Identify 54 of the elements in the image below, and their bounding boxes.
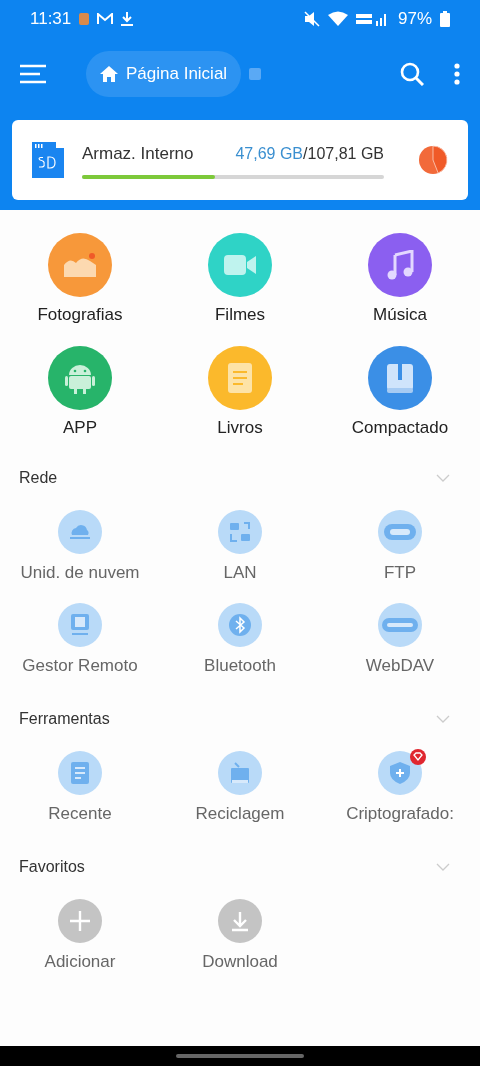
section-title: Ferramentas [19,709,110,729]
home-handle[interactable] [176,1054,304,1058]
category-tile[interactable]: Compactado [351,346,449,439]
shortcut-tile[interactable]: Criptografado: [346,751,454,825]
category-tile[interactable]: Filmes [208,233,272,326]
category-tile[interactable]: Música [368,233,432,326]
category-tile[interactable]: APP [48,346,112,439]
document-icon [70,761,90,785]
home-icon [100,66,118,82]
shortcut-tile[interactable]: Recente [48,751,112,825]
shortcut-tile[interactable]: Bluetooth [204,603,276,677]
bluetooth-icon [228,613,252,637]
shield-icon [389,761,411,785]
cloud-icon [69,524,91,540]
sd-card-icon [32,142,64,178]
category-tile[interactable]: Livros [208,346,272,439]
notification-icon [79,12,90,26]
download-icon [121,12,134,26]
monitor-icon [69,613,91,637]
webdav-tag-icon [381,617,419,633]
storage-name: Armaz. Interno [82,143,194,166]
bin-icon [229,761,251,785]
more-icon[interactable] [454,63,460,85]
mail-icon [97,13,114,25]
shortcut-tile[interactable]: Reciclagem [195,751,285,825]
shortcut-tile[interactable]: Gestor Remoto [22,603,138,677]
chevron-icon[interactable] [436,715,450,723]
status-time: 11:31 [30,8,72,31]
home-breadcrumb[interactable]: Página Inicial [86,51,242,97]
menu-icon[interactable] [20,64,46,84]
shortcut-tile[interactable]: Adicionar [44,899,116,973]
folder-icon[interactable] [249,68,262,80]
shortcut-tile[interactable]: FTP [378,510,422,584]
used-space: 47,69 GB [235,145,304,163]
category-tile[interactable]: Fotografias [37,233,123,326]
battery-percent: 97% [397,8,432,31]
network-icon [228,520,252,544]
wifi-icon [327,11,348,27]
shortcut-tile[interactable]: Download [202,899,278,973]
section-title: Favoritos [19,857,85,877]
battery-icon [440,11,450,27]
shortcut-tile[interactable]: WebDAV [365,603,435,677]
chevron-icon[interactable] [436,474,450,482]
section-title: Rede [19,468,58,488]
search-icon[interactable] [400,62,424,86]
storage-card[interactable]: Armaz. Interno 47,69 GB/107,81 GB [12,120,468,200]
shortcut-tile[interactable]: Unid. de nuvem [20,510,140,584]
mute-icon [303,11,320,27]
plus-icon [69,910,91,932]
total-space: /107,81 GB [303,145,384,163]
ftp-tag-icon [383,523,417,541]
shortcut-tile[interactable]: LAN [218,510,262,584]
chevron-icon[interactable] [436,863,450,871]
download-icon [229,910,251,932]
